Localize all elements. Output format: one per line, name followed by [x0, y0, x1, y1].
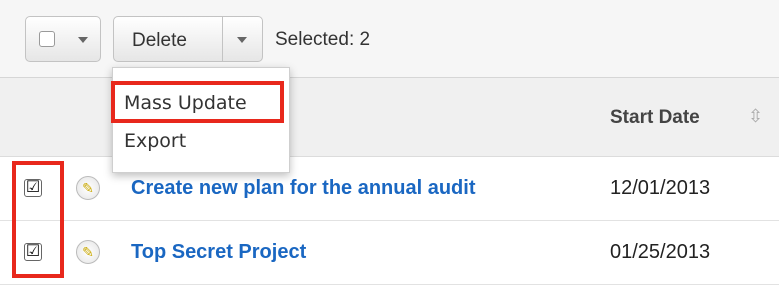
highlight-box-checkboxes	[12, 161, 64, 278]
sort-icon[interactable]: ⇳	[748, 106, 763, 127]
menu-item-export[interactable]: Export	[113, 122, 289, 160]
select-all-dropdown[interactable]	[25, 16, 101, 62]
highlight-box-mass-update	[111, 81, 284, 123]
table-row: ☑ ✎ Top Secret Project 01/25/2013	[0, 221, 779, 285]
pencil-icon[interactable]: ✎	[76, 240, 100, 264]
actions-button-group: Delete	[113, 16, 263, 62]
record-name-link[interactable]: Create new plan for the annual audit	[131, 177, 476, 200]
record-name-link[interactable]: Top Secret Project	[131, 241, 306, 264]
pencil-icon[interactable]: ✎	[76, 176, 100, 200]
select-all-checkbox[interactable]	[39, 31, 55, 47]
actions-chevron-down-icon[interactable]	[237, 37, 247, 43]
delete-button[interactable]: Delete	[132, 30, 187, 52]
selected-count: Selected: 2	[275, 29, 371, 50]
chevron-down-icon[interactable]	[78, 37, 88, 43]
start-date-cell: 12/01/2013	[610, 177, 711, 199]
menu-item-label: Export	[124, 130, 187, 152]
button-divider	[222, 17, 223, 61]
start-date-cell: 01/25/2013	[610, 241, 711, 263]
column-header-start-date[interactable]: Start Date	[610, 107, 700, 129]
